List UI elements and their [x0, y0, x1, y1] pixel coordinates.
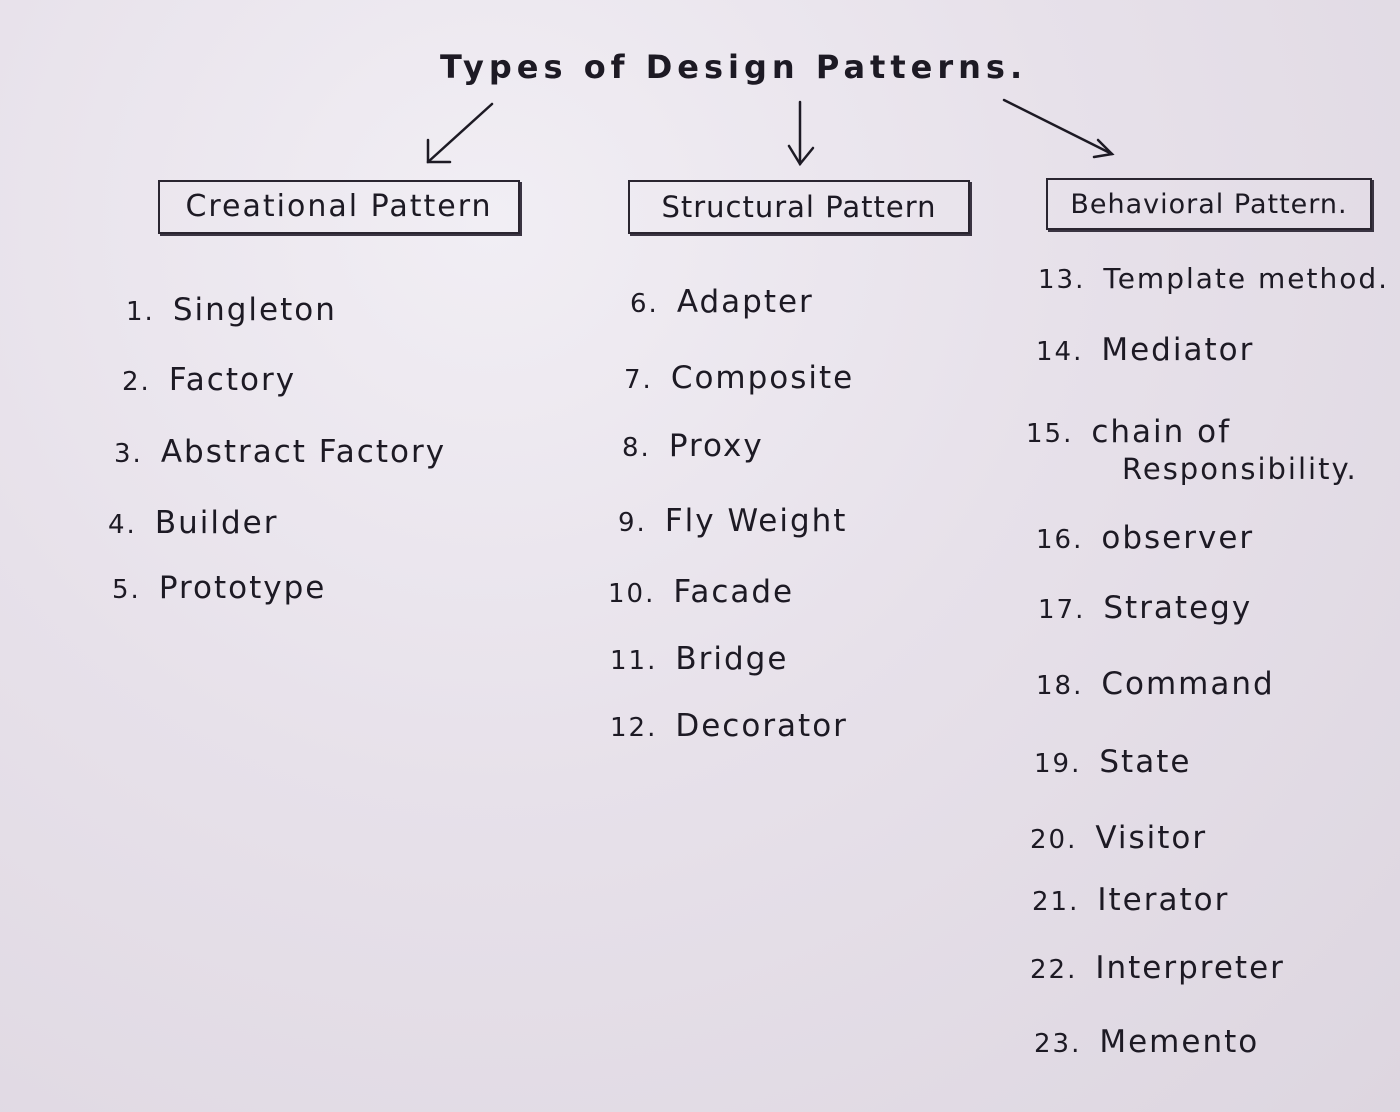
creational-pattern-box: Creational Pattern — [158, 180, 520, 234]
pattern-name: Memento — [1099, 1024, 1260, 1060]
pattern-name: Composite — [670, 360, 855, 396]
pattern-name: Decorator — [675, 708, 848, 744]
list-item: 6. Adapter — [630, 284, 814, 320]
pattern-name: State — [1099, 744, 1192, 780]
list-item: 7. Composite — [624, 360, 855, 396]
arrow-to-behavioral — [1002, 98, 1115, 159]
pattern-name: Builder — [154, 505, 279, 541]
list-item: 20. Visitor — [1030, 820, 1208, 856]
list-item: 22. Interpreter — [1030, 950, 1285, 986]
list-item: 19. State — [1034, 744, 1192, 780]
arrows-layer — [426, 98, 1115, 167]
list-item: 11. Bridge — [610, 641, 789, 677]
list-item: 16. observer — [1036, 520, 1255, 556]
list-item: 15. chain of — [1026, 414, 1232, 450]
arrow-to-structural — [787, 100, 815, 167]
list-item: 3. Abstract Factory — [114, 434, 447, 470]
creational-pattern-label: Creational Pattern — [185, 189, 493, 224]
pattern-name: Visitor — [1095, 820, 1208, 856]
pattern-name: Responsibility. — [1122, 452, 1358, 486]
list-item: 2. Factory — [122, 362, 297, 398]
pattern-name: observer — [1101, 520, 1255, 556]
pattern-name: Adapter — [676, 284, 814, 320]
pattern-name: Command — [1101, 666, 1275, 702]
pattern-name: Singleton — [172, 292, 337, 328]
list-item: 23. Memento — [1034, 1024, 1260, 1060]
list-item: 8. Proxy — [622, 428, 764, 464]
pattern-name: chain of — [1091, 414, 1232, 450]
list-item: 1. Singleton — [126, 292, 337, 328]
pattern-name: Bridge — [675, 641, 789, 677]
list-item: 21. Iterator — [1032, 882, 1230, 918]
pattern-name: Facade — [673, 574, 795, 610]
list-item: 9. Fly Weight — [618, 503, 848, 539]
pattern-name: Factory — [168, 362, 297, 398]
behavioral-pattern-box: Behavioral Pattern. — [1046, 178, 1372, 230]
pattern-name: Proxy — [668, 428, 764, 464]
list-item-continuation: Responsibility. — [1122, 452, 1358, 486]
pattern-name: Mediator — [1101, 332, 1255, 368]
list-item: 13. Template method. — [1038, 262, 1390, 295]
list-item: 18. Command — [1036, 666, 1275, 702]
pattern-name: Interpreter — [1095, 950, 1285, 986]
list-item: 14. Mediator — [1036, 332, 1255, 368]
structural-pattern-label: Structural Pattern — [661, 189, 937, 224]
structural-pattern-box: Structural Pattern — [628, 180, 970, 234]
pattern-name: Strategy — [1103, 590, 1253, 626]
arrow-to-creational — [426, 102, 494, 164]
pattern-name: Fly Weight — [664, 503, 848, 539]
diagram-title: Types of Design Patterns. — [440, 48, 1028, 86]
list-item: 12. Decorator — [610, 708, 848, 744]
pattern-name: Abstract Factory — [160, 434, 447, 470]
list-item: 10. Facade — [608, 574, 795, 610]
list-item: 5. Prototype — [112, 570, 327, 606]
list-item: 4. Builder — [108, 505, 279, 541]
pattern-name: Template method. — [1103, 262, 1390, 295]
pattern-name: Iterator — [1097, 882, 1230, 918]
pattern-name: Prototype — [158, 570, 327, 606]
list-item: 17. Strategy — [1038, 590, 1253, 626]
behavioral-pattern-label: Behavioral Pattern. — [1070, 188, 1348, 220]
